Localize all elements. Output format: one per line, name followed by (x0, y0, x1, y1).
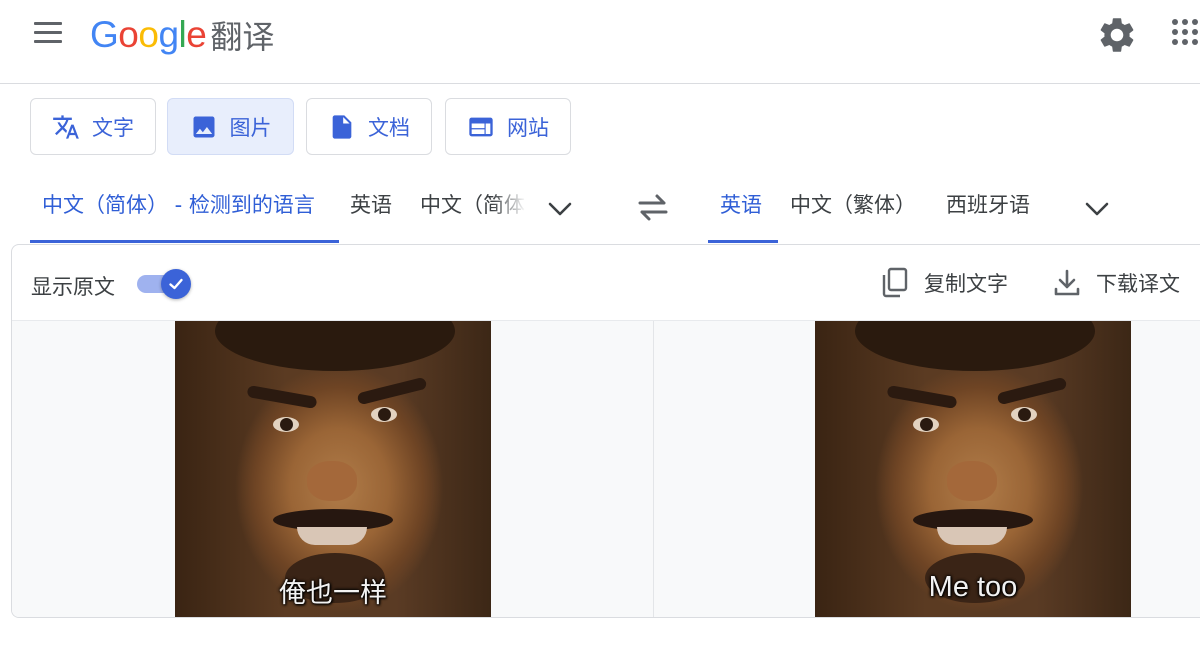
image-mouth (937, 527, 1007, 545)
target-lang-chinese-traditional[interactable]: 中文（繁体） (790, 189, 916, 229)
tab-document-label: 文档 (368, 115, 410, 140)
image-brow-right (996, 376, 1068, 406)
apps-dot (1182, 39, 1188, 45)
image-hair (855, 321, 1095, 371)
logo-letter: e (186, 14, 207, 55)
image-eye-left (913, 417, 939, 432)
apps-dot (1172, 29, 1178, 35)
image-eye-left (273, 417, 299, 432)
logo-letter: g (158, 14, 179, 55)
logo-letter: o (118, 14, 139, 55)
source-image-caption: 俺也一样 (279, 578, 387, 609)
image-brow-left (246, 385, 318, 409)
image-pupil (920, 418, 933, 431)
image-brow-right (356, 376, 428, 406)
show-original-toggle[interactable] (137, 269, 195, 299)
tab-text-label: 文字 (92, 115, 134, 140)
image-nose (947, 461, 997, 501)
image-compare-area: 俺也一样 Me too (12, 321, 1200, 617)
tab-website[interactable]: 网站 (445, 98, 571, 155)
image-pupil (280, 418, 293, 431)
apps-dot (1182, 29, 1188, 35)
tab-text[interactable]: 文字 (30, 98, 156, 155)
copy-text-button[interactable]: 复制文字 (880, 263, 1008, 303)
apps-dot (1172, 39, 1178, 45)
check-icon (169, 278, 183, 290)
show-original-label: 显示原文 (31, 275, 115, 299)
google-apps-button[interactable] (1160, 14, 1200, 56)
menu-icon-bar (34, 31, 62, 34)
tab-image[interactable]: 图片 (167, 98, 294, 155)
target-lang-english[interactable]: 英语 (720, 189, 762, 229)
image-brow-left (886, 385, 958, 409)
chevron-down-icon (1085, 202, 1109, 216)
source-lang-indicator (30, 240, 339, 243)
apps-dot (1182, 19, 1188, 25)
apps-dot (1192, 29, 1198, 35)
source-lang-detected[interactable]: 中文（简体） - 检测到的语言 (42, 189, 315, 229)
image-pupil (1018, 408, 1031, 421)
google-translate-logo[interactable]: Google 翻译 (90, 10, 274, 60)
panel-divider (653, 321, 654, 617)
translate-icon (53, 114, 79, 139)
apps-dot (1192, 39, 1198, 45)
apps-dot (1192, 19, 1198, 25)
menu-icon-bar (34, 40, 62, 43)
image-eye-right (371, 407, 397, 422)
download-translation-button[interactable]: 下载译文 (1052, 263, 1180, 303)
image-pupil (378, 408, 391, 421)
google-wordmark: Google (90, 14, 207, 56)
settings-button[interactable] (1096, 14, 1138, 56)
source-lang-more-button[interactable] (543, 194, 577, 224)
menu-icon (34, 22, 62, 25)
document-icon (332, 114, 352, 139)
toggle-knob (161, 269, 191, 299)
logo-letter: G (90, 14, 119, 55)
logo-letter: o (138, 14, 159, 55)
image-nose (307, 461, 357, 501)
source-lang-chinese-simplified[interactable]: 中文（简体） (420, 189, 526, 229)
source-lang-english[interactable]: 英语 (350, 189, 392, 229)
target-lang-spanish[interactable]: 西班牙语 (946, 189, 1030, 229)
tab-document[interactable]: 文档 (306, 98, 432, 155)
target-lang-indicator (708, 240, 778, 243)
panel-toolbar: 显示原文 复制文字 下载译文 (12, 245, 1200, 321)
image-mouth (297, 527, 367, 545)
apps-grid-icon (1172, 19, 1178, 25)
download-translation-label: 下载译文 (1096, 272, 1180, 296)
gear-icon (1100, 18, 1134, 52)
translated-image: Me too (815, 321, 1131, 617)
tab-image-label: 图片 (229, 115, 272, 140)
source-image: 俺也一样 (175, 321, 491, 617)
chevron-down-icon (548, 202, 572, 216)
image-translation-panel: 显示原文 复制文字 下载译文 俺也一样 Me too (11, 244, 1200, 618)
translated-image-caption: Me too (928, 571, 1018, 603)
download-icon (1054, 269, 1080, 296)
copy-text-label: 复制文字 (924, 272, 1008, 296)
swap-languages-button[interactable] (634, 190, 672, 224)
copy-icon (882, 267, 908, 298)
image-eye-right (1011, 407, 1037, 422)
tab-website-label: 网站 (507, 115, 549, 140)
product-name: 翻译 (210, 18, 275, 56)
target-lang-more-button[interactable] (1080, 194, 1114, 224)
website-icon (469, 117, 493, 136)
app-header: Google 翻译 (0, 0, 1200, 84)
main-menu-button[interactable] (24, 14, 72, 54)
image-hair (215, 321, 455, 371)
image-icon (193, 116, 214, 137)
swap-icon (638, 194, 668, 221)
